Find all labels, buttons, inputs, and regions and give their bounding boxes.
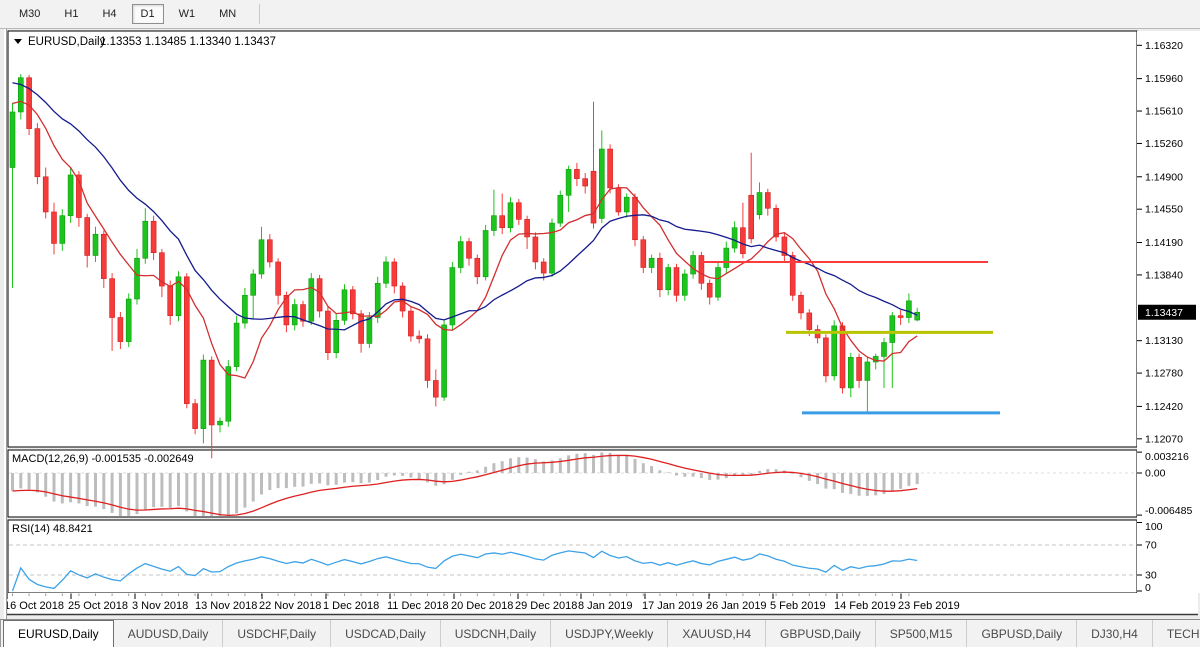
- svg-text:5 Feb 2019: 5 Feb 2019: [770, 600, 826, 612]
- svg-text:1.13353 1.13485 1.13340 1.1343: 1.13353 1.13485 1.13340 1.13437: [100, 36, 276, 48]
- svg-text:1.13437: 1.13437: [1145, 307, 1183, 319]
- svg-text:17 Jan 2019: 17 Jan 2019: [642, 600, 703, 612]
- macd-label: MACD(12,26,9) -0.001535 -0.002649: [12, 453, 194, 465]
- svg-text:0.003216: 0.003216: [1145, 451, 1189, 463]
- svg-text:1.14900: 1.14900: [1145, 171, 1183, 183]
- chart-canvas: 1.16320 1.15960 1.15610 1.15260 1.14900 1.145…: [0, 0, 1200, 647]
- current-price-box: 1.13437: [1138, 305, 1196, 320]
- chart-title: EURUSD,Daily1.13353 1.13485 1.13340 1.13…: [14, 36, 276, 48]
- svg-text:22 Nov 2018: 22 Nov 2018: [259, 600, 321, 612]
- timeframe-button-h1[interactable]: H1: [55, 4, 87, 24]
- chart-tab-usdjpy-weekly[interactable]: USDJPY,Weekly: [550, 620, 667, 647]
- svg-text:1.15260: 1.15260: [1145, 138, 1183, 150]
- timeframe-button-mn[interactable]: MN: [210, 4, 245, 24]
- chart-tab-gbpusd-daily[interactable]: GBPUSD,Daily: [966, 620, 1076, 647]
- svg-text:1.14190: 1.14190: [1145, 237, 1183, 249]
- svg-text:23 Feb 2019: 23 Feb 2019: [898, 600, 960, 612]
- svg-text:26 Jan 2019: 26 Jan 2019: [706, 600, 767, 612]
- svg-text:1.15960: 1.15960: [1145, 73, 1183, 85]
- toolbar-separator: [259, 4, 260, 24]
- svg-text:3 Nov 2018: 3 Nov 2018: [132, 600, 188, 612]
- svg-text:25 Oct 2018: 25 Oct 2018: [68, 600, 128, 612]
- timeframe-toolbar: M30 H1 H4 D1 W1MN: [0, 0, 1200, 29]
- svg-text:1.14550: 1.14550: [1145, 204, 1183, 216]
- chart-tab-audusd-daily[interactable]: AUDUSD,Daily: [114, 620, 223, 647]
- chart-tab-eurusd-daily[interactable]: EURUSD,Daily: [3, 620, 114, 647]
- chart-tab-xauusd-h4[interactable]: XAUUSD,H4: [667, 620, 765, 647]
- chart-tab-usdchf-daily[interactable]: USDCHF,Daily: [222, 620, 330, 647]
- timeframe-button-h4[interactable]: H4: [93, 4, 125, 24]
- svg-text:1.12780: 1.12780: [1145, 368, 1183, 380]
- timeframe-button-w1[interactable]: W1: [170, 4, 205, 24]
- tabs-host: EURUSD,DailyAUDUSD,DailyUSDCHF,DailyUSDC…: [1, 620, 1200, 647]
- chart-tab-gbpusd-daily[interactable]: GBPUSD,Daily: [765, 620, 875, 647]
- svg-text:29 Dec 2018: 29 Dec 2018: [515, 600, 577, 612]
- svg-text:1.12070: 1.12070: [1145, 433, 1183, 445]
- chart-tab-sp500-m15[interactable]: SP500,M15: [875, 620, 967, 647]
- svg-text:-0.006485: -0.006485: [1145, 505, 1192, 517]
- svg-text:14 Feb 2019: 14 Feb 2019: [834, 600, 896, 612]
- chart-tab-usdcnh-daily[interactable]: USDCNH,Daily: [440, 620, 550, 647]
- window-left-border: [0, 29, 7, 619]
- svg-text:1.16320: 1.16320: [1145, 40, 1183, 52]
- svg-text:13 Nov 2018: 13 Nov 2018: [195, 600, 257, 612]
- svg-text:1.13130: 1.13130: [1145, 335, 1183, 347]
- svg-text:16 Oct 2018: 16 Oct 2018: [4, 600, 64, 612]
- rsi-label: RSI(14) 48.8421: [12, 523, 93, 535]
- svg-text:20 Dec 2018: 20 Dec 2018: [451, 600, 513, 612]
- chart-tab-bar: EURUSD,DailyAUDUSD,DailyUSDCHF,DailyUSDC…: [0, 619, 1200, 647]
- svg-text:EURUSD,Daily: EURUSD,Daily: [28, 36, 106, 48]
- chart-panes: [2, 31, 1200, 615]
- svg-text:11 Dec 2018: 11 Dec 2018: [387, 600, 449, 612]
- svg-text:1.15610: 1.15610: [1145, 106, 1183, 118]
- chart-tab-tech100-h[interactable]: TECH100,H: [1152, 620, 1200, 647]
- svg-text:30: 30: [1145, 570, 1157, 582]
- chart-tab-dj30-h4[interactable]: DJ30,H4: [1076, 620, 1152, 647]
- svg-text:100: 100: [1145, 521, 1163, 533]
- timeframe-button-m30[interactable]: M30: [10, 4, 49, 24]
- svg-text:0: 0: [1145, 582, 1151, 594]
- svg-text:1.13840: 1.13840: [1145, 269, 1183, 281]
- timeframe-button-d1[interactable]: D1: [132, 4, 164, 24]
- svg-text:1 Dec 2018: 1 Dec 2018: [323, 600, 379, 612]
- chart-tab-usdcad-daily[interactable]: USDCAD,Daily: [330, 620, 440, 647]
- svg-text:8 Jan 2019: 8 Jan 2019: [578, 600, 632, 612]
- svg-text:70: 70: [1145, 540, 1157, 552]
- svg-text:0.00: 0.00: [1145, 468, 1166, 480]
- terminal-window: M30 H1 H4 D1 W1MN 1.16320 1.15960 1.15610 1.152…: [0, 0, 1200, 647]
- svg-text:1.12420: 1.12420: [1145, 401, 1183, 413]
